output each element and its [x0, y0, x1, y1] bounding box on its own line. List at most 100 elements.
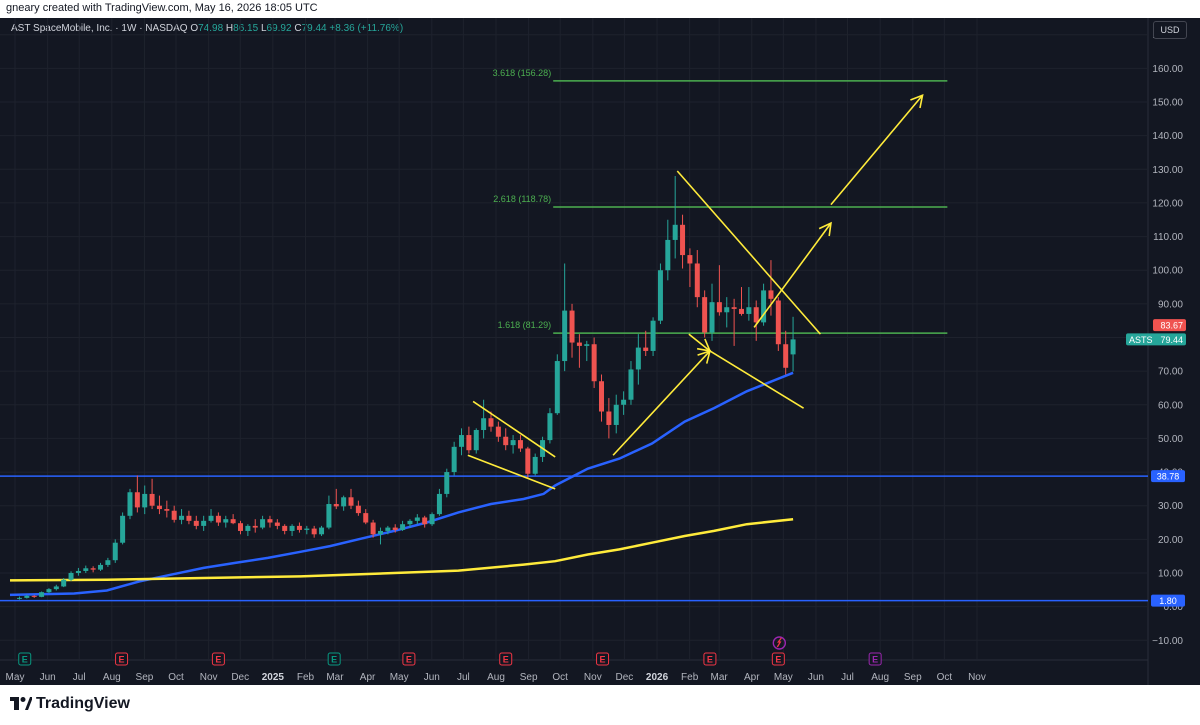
candle-up: [112, 539, 118, 563]
earnings-marker-label: E: [707, 655, 713, 665]
candle-body: [665, 239, 671, 271]
candle-body: [75, 570, 81, 573]
candle-body: [775, 300, 781, 345]
currency-button[interactable]: USD: [1153, 21, 1187, 39]
candle-body: [215, 515, 221, 523]
y-tick-label: 140.00: [1152, 131, 1183, 142]
candle-down: [156, 495, 162, 515]
candle-up: [75, 567, 81, 576]
candle-up: [635, 334, 641, 385]
candle-down: [569, 303, 575, 358]
candle-down: [149, 478, 155, 510]
x-tick-label: Aug: [871, 672, 889, 683]
candle-body: [444, 472, 450, 494]
earnings-marker: E: [211, 652, 225, 666]
earnings-marker-label: E: [331, 655, 337, 665]
candle-body: [635, 347, 641, 370]
candle-body: [503, 436, 509, 446]
candle-body: [488, 418, 494, 427]
x-tick-label: Apr: [744, 672, 760, 683]
y-tick-label: 20.00: [1158, 535, 1183, 546]
candle-up: [223, 515, 229, 528]
candle-body: [613, 404, 619, 425]
x-tick-label: Jun: [40, 672, 56, 683]
x-tick-label: May: [6, 672, 25, 683]
candle-body: [363, 513, 369, 523]
candle-up: [53, 584, 59, 591]
candle-up: [790, 316, 796, 372]
x-tick-label: Jul: [457, 672, 470, 683]
candle-down: [296, 522, 302, 533]
candle-body: [377, 530, 383, 535]
candle-body: [333, 504, 339, 507]
candle-body: [768, 290, 774, 299]
candle-down: [422, 515, 428, 528]
candle-body: [134, 492, 140, 508]
candle-body: [731, 307, 737, 309]
price-chart[interactable]: 170.00160.00150.00140.00130.00120.00110.…: [0, 0, 1200, 685]
candle-up: [127, 488, 133, 520]
candle-body: [680, 224, 686, 256]
candle-body: [517, 440, 523, 449]
candle-down: [237, 520, 243, 535]
candle-down: [274, 519, 280, 530]
x-tick-label: Mar: [711, 672, 729, 683]
x-tick-label: Nov: [968, 672, 986, 683]
x-tick-label: Sep: [904, 672, 922, 683]
candle-up: [201, 515, 207, 531]
earnings-marker-label: E: [775, 655, 781, 665]
candle-down: [576, 334, 582, 368]
tradingview-brand: TradingView: [36, 695, 130, 712]
fib-level-label: 2.618 (118.78): [493, 194, 551, 204]
x-tick-label: 2026: [646, 672, 669, 683]
candle-up: [319, 525, 325, 536]
candle-body: [429, 514, 435, 525]
earnings-marker-label: E: [872, 655, 878, 665]
candle-body: [650, 320, 656, 351]
candle-body: [547, 413, 553, 441]
x-tick-label: 2025: [262, 672, 285, 683]
candle-down: [775, 297, 781, 351]
x-tick-label: Jul: [841, 672, 854, 683]
candle-body: [348, 497, 354, 506]
candle-body: [149, 493, 155, 506]
candle-up: [377, 527, 383, 545]
candle-body: [473, 430, 479, 451]
candle-body: [311, 528, 317, 535]
candle-down: [311, 525, 317, 538]
earnings-marker: E: [596, 652, 610, 666]
horizontal-level-label: 38.78: [1157, 472, 1180, 482]
candle-down: [716, 265, 722, 316]
candle-up: [613, 394, 619, 434]
earnings-marker: E: [499, 652, 513, 666]
y-tick-label: 130.00: [1152, 165, 1183, 176]
candle-body: [201, 520, 207, 526]
candle-body: [341, 497, 347, 507]
candle-up: [39, 591, 45, 598]
candle-up: [532, 453, 538, 476]
candle-up: [761, 283, 767, 326]
candle-body: [260, 519, 266, 528]
candle-down: [599, 374, 605, 422]
candle-body: [164, 509, 170, 511]
footer-bar: TradingView: [0, 685, 1200, 725]
earnings-marker: E: [868, 652, 882, 666]
tradingview-logo[interactable]: TradingView: [10, 695, 130, 713]
y-tick-label: 160.00: [1152, 64, 1183, 75]
candle-up: [709, 283, 715, 341]
candle-down: [687, 248, 693, 288]
candle-body: [53, 586, 59, 590]
candle-body: [245, 525, 251, 531]
y-tick-label: 60.00: [1158, 400, 1183, 411]
candle-up: [414, 514, 420, 525]
candle-up: [510, 435, 516, 454]
candle-body: [223, 519, 229, 523]
candle-body: [230, 519, 236, 524]
earnings-marker-label: E: [503, 655, 509, 665]
candle-body: [422, 517, 428, 525]
candle-up: [429, 512, 435, 526]
y-tick-label: 50.00: [1158, 434, 1183, 445]
earnings-marker: E: [327, 652, 341, 666]
candle-body: [569, 310, 575, 343]
candle-body: [61, 579, 67, 587]
